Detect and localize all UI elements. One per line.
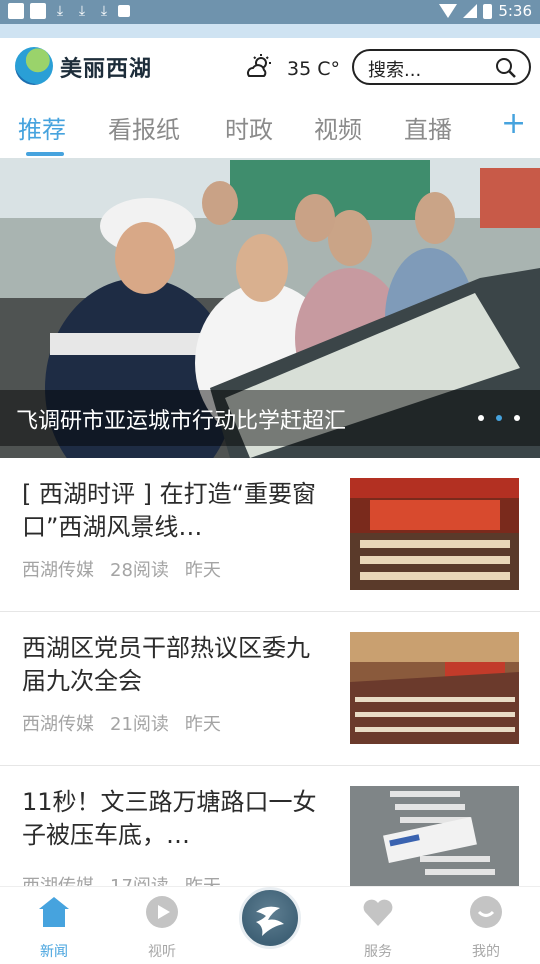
heart-icon[interactable]: [361, 895, 395, 929]
banner-caption-bar: 飞调研市亚运城市行动比学赶超汇: [0, 390, 540, 446]
category-tabs: 推荐 看报纸 时政 视频 直播 +: [0, 100, 540, 158]
status-right-icons: 5:36: [439, 2, 532, 20]
signal-icon: [463, 4, 478, 18]
temperature: 35 C°: [287, 58, 340, 80]
news-time: 昨天: [184, 560, 221, 581]
center-logo-icon[interactable]: [239, 887, 301, 949]
nav-service-label[interactable]: 服务: [348, 941, 408, 961]
add-tab-button[interactable]: +: [501, 106, 526, 141]
bottom-navigation: 新闻 视听 服务 我的: [0, 886, 540, 964]
meeting-hall-image[interactable]: [350, 478, 519, 590]
tab-newspaper[interactable]: 看报纸: [108, 110, 180, 145]
download-icon: ⤓: [56, 3, 64, 19]
news-reads: 28阅读: [110, 560, 169, 581]
nav-service[interactable]: 服务: [348, 895, 408, 961]
app-logo-icon[interactable]: [15, 47, 53, 85]
nav-video[interactable]: 视听: [132, 895, 192, 961]
carousel-dot[interactable]: [478, 415, 484, 421]
search-placeholder[interactable]: 搜索...: [368, 56, 421, 82]
home-icon[interactable]: [37, 895, 71, 929]
news-title[interactable]: [ 西湖时评 ] 在打造“重要窗口”西湖风景线…: [22, 478, 322, 544]
nav-news-label[interactable]: 新闻: [24, 941, 84, 961]
news-item[interactable]: 11秒！文三路万塘路口一女子被压车底，… 西湖传媒 17阅读 昨天: [0, 766, 540, 897]
nav-news[interactable]: 新闻: [24, 895, 84, 961]
news-source: 西湖传媒: [22, 714, 94, 735]
image-icon: [118, 5, 130, 17]
auditorium-image[interactable]: [350, 632, 519, 744]
notification-icon: [8, 3, 24, 19]
carousel-dots[interactable]: [478, 415, 520, 421]
news-time: 昨天: [184, 714, 221, 735]
carousel-dot-active[interactable]: [496, 415, 502, 421]
active-tab-indicator: [26, 152, 64, 156]
status-band: [0, 24, 540, 38]
app-header: 美丽西湖 35 C° 搜索...: [0, 38, 540, 100]
battery-icon: [483, 3, 493, 19]
nav-video-label[interactable]: 视听: [132, 941, 192, 961]
nav-profile-label[interactable]: 我的: [456, 941, 516, 961]
news-meta: 西湖传媒 28阅读 昨天: [22, 556, 221, 582]
app-title: 美丽西湖: [60, 57, 153, 82]
wifi-icon: [439, 4, 458, 18]
street-crossing-image[interactable]: [350, 786, 519, 886]
search-box[interactable]: 搜索...: [352, 49, 531, 85]
search-icon[interactable]: [495, 57, 517, 79]
status-left-icons: ⤓ ⤓ ⤓: [8, 3, 130, 19]
center-logo-mark: [256, 906, 284, 936]
news-reads: 21阅读: [110, 714, 169, 735]
banner-carousel[interactable]: 飞调研市亚运城市行动比学赶超汇: [0, 158, 540, 458]
status-time: 5:36: [498, 2, 532, 20]
news-title[interactable]: 11秒！文三路万塘路口一女子被压车底，…: [22, 786, 322, 852]
download-icon: ⤓: [78, 3, 86, 19]
status-bar: ⤓ ⤓ ⤓ 5:36: [0, 0, 540, 24]
play-icon[interactable]: [145, 895, 179, 929]
tab-recommend[interactable]: 推荐: [18, 110, 66, 145]
banner-caption: 飞调研市亚运城市行动比学赶超汇: [16, 409, 347, 434]
download-icon: ⤓: [100, 3, 108, 19]
news-title[interactable]: 西湖区党员干部热议区委九届九次全会: [22, 632, 322, 698]
news-source: 西湖传媒: [22, 560, 94, 581]
partly-sunny-icon[interactable]: [244, 52, 274, 82]
profile-icon[interactable]: [469, 895, 503, 929]
news-item[interactable]: [ 西湖时评 ] 在打造“重要窗口”西湖风景线… 西湖传媒 28阅读 昨天: [0, 458, 540, 612]
tab-video[interactable]: 视频: [314, 110, 362, 145]
nav-profile[interactable]: 我的: [456, 895, 516, 961]
carousel-dot[interactable]: [514, 415, 520, 421]
tab-politics[interactable]: 时政: [225, 110, 273, 145]
news-item[interactable]: 西湖区党员干部热议区委九届九次全会 西湖传媒 21阅读 昨天: [0, 612, 540, 766]
tab-live[interactable]: 直播: [404, 110, 452, 145]
notification-icon: [30, 3, 46, 19]
news-meta: 西湖传媒 21阅读 昨天: [22, 710, 221, 736]
